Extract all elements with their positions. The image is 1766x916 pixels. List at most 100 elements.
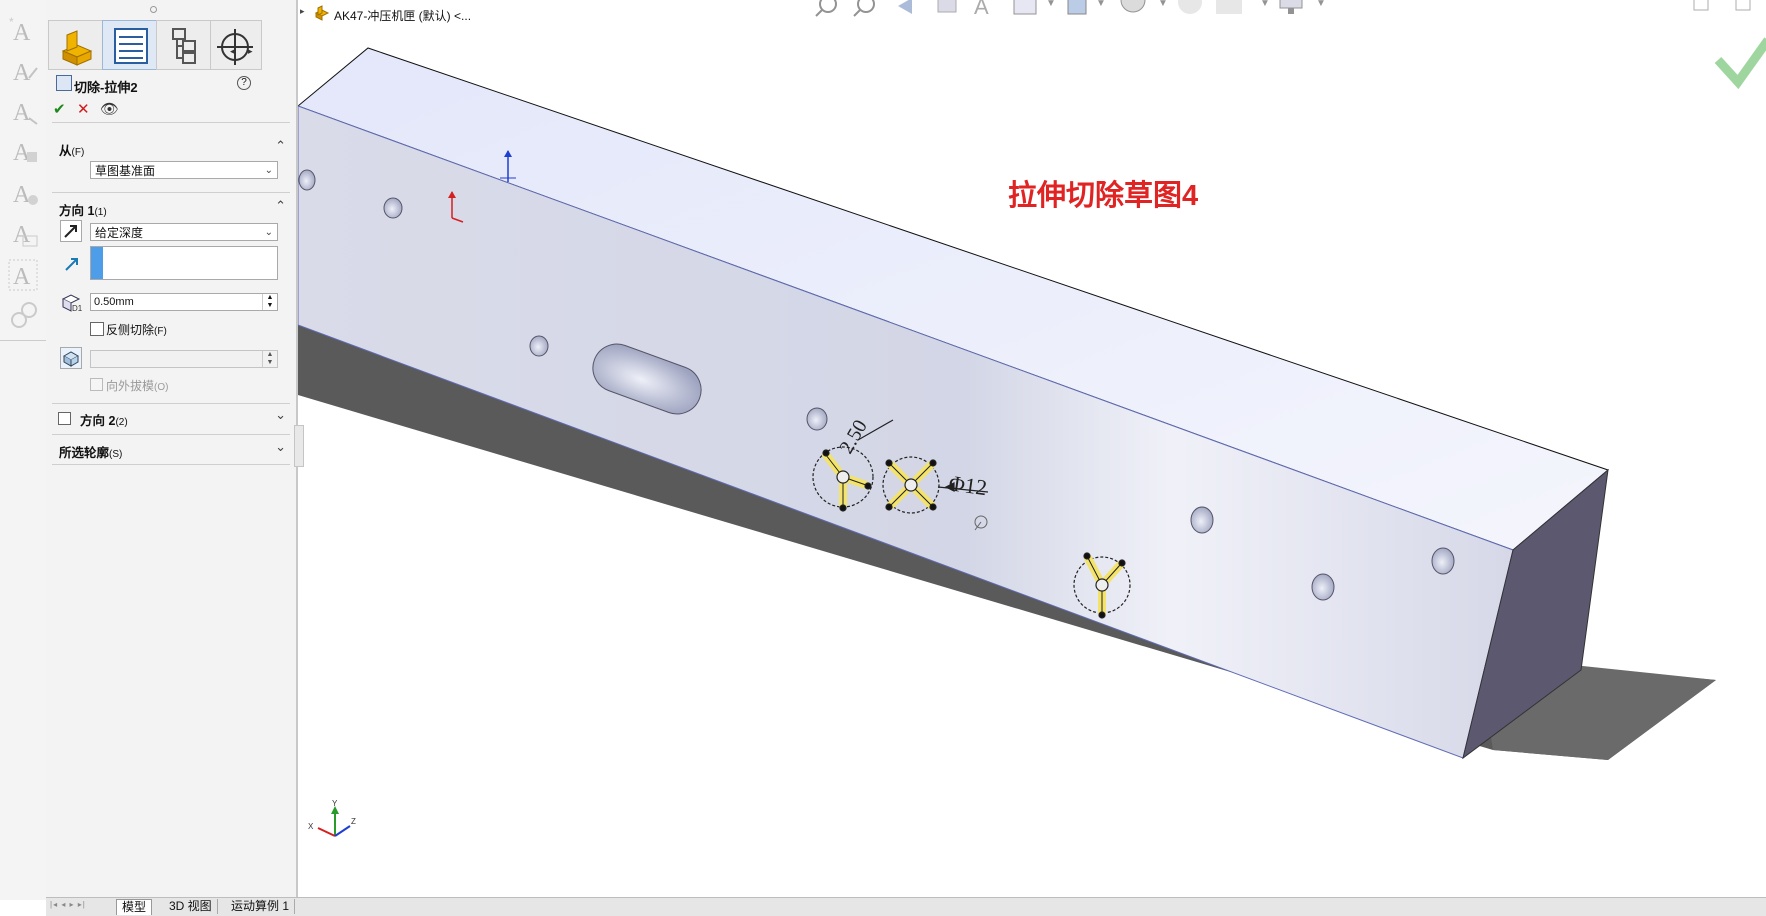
direction2-checkbox[interactable] bbox=[58, 412, 71, 425]
help-icon[interactable]: ? bbox=[237, 76, 251, 90]
triad-x-label: X bbox=[308, 822, 314, 831]
display-style-icon bbox=[1067, 0, 1087, 15]
strip-divider bbox=[0, 340, 46, 341]
selected-profiles-title[interactable]: 所选轮廓(S) bbox=[59, 442, 122, 461]
left-command-strip: A * A A A A A A bbox=[0, 0, 47, 900]
weld-symbol-icon[interactable]: A bbox=[7, 216, 39, 250]
svg-text:D1: D1 bbox=[72, 304, 82, 313]
cancel-x-icon[interactable]: ✕ bbox=[77, 100, 90, 118]
dimension-diameter-label[interactable]: Φ12 bbox=[947, 470, 988, 500]
profiles-expand-chevron-icon[interactable]: ⌄ bbox=[275, 439, 286, 455]
flip-side-checkbox[interactable] bbox=[90, 322, 104, 336]
svg-text:A: A bbox=[13, 60, 31, 86]
svg-text:A: A bbox=[13, 264, 31, 290]
dir1-collapse-chevron-icon[interactable]: ⌃ bbox=[275, 198, 286, 214]
chevron-down-icon: ▼ bbox=[1316, 0, 1326, 9]
profiles-group-sep bbox=[52, 434, 290, 435]
from-group-title[interactable]: 从(F) bbox=[59, 140, 84, 159]
svg-text:A: A bbox=[13, 100, 31, 126]
pm-header-bar bbox=[46, 0, 296, 18]
hole-5 bbox=[1190, 506, 1214, 534]
window-restore-icon[interactable] bbox=[1693, 0, 1751, 11]
note-icon[interactable]: A bbox=[7, 54, 39, 88]
from-select[interactable]: 草图基准面 ⌄ bbox=[90, 161, 278, 179]
tab-feature-manager[interactable] bbox=[48, 20, 105, 70]
from-collapse-chevron-icon[interactable]: ⌃ bbox=[275, 138, 286, 154]
smart-dimension-icon[interactable]: A * bbox=[7, 14, 39, 48]
ok-check-icon[interactable]: ✔ bbox=[53, 100, 66, 118]
dynamic-annotation-icon: A bbox=[974, 0, 989, 19]
graphics-viewport[interactable]: 2.50 Φ12 拉伸切除草图4 A ▼ ▼ ▼ ▼ ▼ Y X Z ▸ AK4… bbox=[297, 0, 1766, 900]
reverse-direction-icon[interactable] bbox=[60, 220, 82, 242]
triad-z-label: Z bbox=[351, 817, 356, 826]
chevron-down-icon: ⌄ bbox=[264, 227, 273, 238]
depth-spinner[interactable]: ▲ ▼ bbox=[262, 294, 277, 310]
draft-outward-checkbox[interactable] bbox=[90, 378, 103, 391]
draft-angle-input[interactable]: ▲ ▼ bbox=[90, 350, 278, 368]
zoom-to-area-icon bbox=[853, 0, 875, 17]
tree-expand-arrow-icon[interactable]: ▸ bbox=[300, 6, 305, 17]
tab-scroll-right-icon[interactable]: ▸ bbox=[248, 46, 253, 57]
direction1-title[interactable]: 方向 1(1) bbox=[59, 200, 107, 219]
flip-side-label: 反侧切除(F) bbox=[106, 323, 167, 337]
tab-display-manager[interactable] bbox=[210, 20, 262, 70]
auto-balloon-icon[interactable]: A bbox=[7, 134, 39, 168]
tab-configuration-manager[interactable] bbox=[156, 20, 213, 70]
property-manager: ◂ ▸ 切除-拉伸2 ? ✔ ✕ 👁 从(F) ⌃ 草图基准面 ⌄ 方向 1(1)… bbox=[46, 0, 304, 900]
view-settings-icon bbox=[1279, 0, 1303, 14]
svg-text:A: A bbox=[13, 222, 31, 248]
tab-nav-arrows-icon[interactable]: |◂ ◂ ▸ ▸| bbox=[50, 900, 110, 913]
direction-selection-box[interactable] bbox=[90, 246, 278, 280]
hole-7 bbox=[1431, 547, 1455, 575]
depth-input[interactable]: 0.50mm ▲ ▼ bbox=[90, 293, 278, 311]
selection-active-indicator bbox=[91, 247, 103, 279]
extrude-cut-icon bbox=[56, 75, 72, 91]
surface-finish-icon[interactable]: A bbox=[7, 176, 39, 210]
balloon-icon[interactable]: A bbox=[7, 94, 39, 128]
svg-text:*: * bbox=[9, 15, 14, 29]
from-group-sep bbox=[52, 122, 290, 123]
chevron-down-icon: ▼ bbox=[1096, 0, 1106, 9]
hole-4 bbox=[806, 407, 828, 431]
bottom-tab-3d-view[interactable]: 3D 视图 bbox=[164, 899, 218, 914]
triad-y-label: Y bbox=[332, 799, 338, 808]
hole-1 bbox=[298, 169, 316, 191]
preview-eye-icon[interactable]: 👁 bbox=[100, 100, 119, 118]
chevron-down-icon: ⌄ bbox=[264, 165, 273, 176]
pm-grip-icon[interactable] bbox=[150, 6, 157, 13]
direction-vector-icon bbox=[62, 254, 82, 274]
view-orientation-icon bbox=[1013, 0, 1037, 15]
tab-property-manager[interactable] bbox=[102, 20, 159, 70]
annotation-title: 拉伸切除草图4 bbox=[1008, 178, 1198, 212]
draft-spinner[interactable]: ▲ ▼ bbox=[262, 351, 277, 367]
draft-icon[interactable] bbox=[60, 347, 82, 369]
edit-appearance-icon bbox=[1178, 0, 1202, 14]
hole-2 bbox=[383, 197, 403, 219]
hide-show-items-icon bbox=[1120, 0, 1146, 13]
profiles-bottom-sep bbox=[52, 464, 290, 465]
hatch-icon[interactable] bbox=[7, 298, 39, 332]
svg-text:A: A bbox=[13, 20, 31, 46]
end-condition-select[interactable]: 给定深度 ⌄ bbox=[90, 223, 278, 241]
heads-up-toolbar[interactable]: A ▼ ▼ ▼ ▼ ▼ bbox=[815, 0, 1326, 19]
confirm-corner-check-icon[interactable] bbox=[1714, 37, 1766, 90]
bottom-tab-bar: |◂ ◂ ▸ ▸| 模型 3D 视图 运动算例 1 bbox=[46, 897, 1766, 916]
apply-scene-icon bbox=[1216, 0, 1242, 14]
svg-text:A: A bbox=[974, 0, 989, 19]
document-title[interactable]: AK47-冲压机匣 (默认) <... bbox=[334, 7, 471, 24]
direction2-title[interactable]: 方向 2(2) bbox=[80, 410, 128, 429]
zoom-to-fit-icon bbox=[815, 0, 837, 17]
bottom-tab-motion-study[interactable]: 运动算例 1 bbox=[226, 899, 296, 914]
model-canvas[interactable]: 2.50 Φ12 拉伸切除草图4 A ▼ ▼ ▼ ▼ ▼ Y X Z bbox=[297, 0, 1766, 900]
previous-view-icon bbox=[898, 0, 912, 14]
bottom-tab-model[interactable]: 模型 bbox=[116, 899, 153, 915]
reference-triad: Y X Z bbox=[308, 799, 356, 837]
chevron-down-icon: ▼ bbox=[1158, 0, 1168, 9]
tab-scroll-left-icon[interactable]: ◂ bbox=[230, 46, 235, 57]
chevron-down-icon: ▼ bbox=[1046, 0, 1056, 9]
pm-title: 切除-拉伸2 bbox=[74, 80, 138, 95]
draft-outward-label: 向外拔模(O) bbox=[106, 379, 169, 393]
dir2-expand-chevron-icon[interactable]: ⌄ bbox=[275, 407, 286, 423]
datum-feature-icon[interactable]: A bbox=[7, 258, 39, 292]
section-view-icon bbox=[937, 0, 957, 13]
